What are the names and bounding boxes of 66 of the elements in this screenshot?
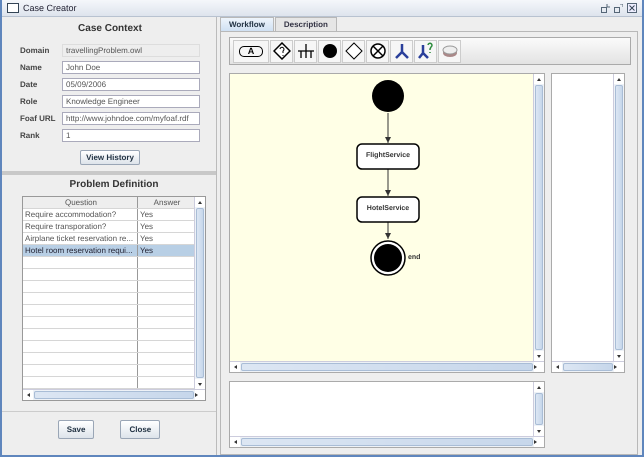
field-label: Rank: [20, 131, 41, 140]
conditional-tool-button[interactable]: [414, 40, 437, 62]
vertical-scrollbar[interactable]: [533, 74, 544, 361]
table-cell-text: Yes: [139, 209, 154, 220]
window-title: Case Creator: [23, 3, 77, 13]
text-field[interactable]: http://www.johndoe.com/myfoaf.rdf: [62, 112, 200, 125]
branch-icon: [392, 42, 410, 60]
connector-arrow: [385, 112, 391, 144]
table-cell-text: Yes: [139, 233, 154, 244]
crossed-circle-icon: [368, 42, 386, 60]
text-field[interactable]: Knowledge Engineer: [62, 95, 200, 108]
table-cell: Require accommodation?: [23, 209, 138, 220]
table-cell: Hotel room reservation requi...: [23, 245, 138, 256]
table-row[interactable]: Require accommodation? Yes: [23, 209, 194, 221]
horizontal-scrollbar[interactable]: [230, 436, 544, 447]
fork-bar-icon: [296, 42, 314, 60]
horizontal-scrollbar[interactable]: [23, 389, 205, 400]
tab[interactable]: Description: [274, 17, 337, 31]
vertical-scrollbar[interactable]: [194, 197, 205, 389]
table-cell: Require transporation?: [23, 221, 138, 232]
save-button[interactable]: Save: [58, 420, 94, 439]
vertical-scrollbar[interactable]: [533, 382, 544, 436]
merge-tool-button[interactable]: [342, 40, 365, 62]
restore-icon[interactable]: [601, 4, 610, 12]
table-cell-text: Yes: [139, 245, 154, 256]
field-label: Domain: [20, 46, 50, 55]
table-cell: Airplane ticket reservation re...: [23, 233, 138, 244]
text-field[interactable]: 05/09/2006: [62, 78, 200, 91]
start-node[interactable]: [372, 80, 404, 112]
connector-arrow: [385, 222, 391, 240]
horizontal-scrollbar[interactable]: [230, 361, 544, 372]
view-history-button[interactable]: View History: [80, 150, 140, 165]
question-diamond-icon: [272, 42, 290, 60]
panel-title: Problem Definition: [68, 178, 160, 192]
vertical-scrollbar[interactable]: [613, 74, 624, 361]
table-cell-text: Yes: [139, 221, 154, 232]
fork-tool-button[interactable]: [294, 40, 317, 62]
column-header[interactable]: Answer: [138, 197, 194, 208]
field-label: Role: [20, 97, 38, 106]
connect-tool-button[interactable]: [390, 40, 413, 62]
decision-tool-button[interactable]: [270, 40, 293, 62]
table-row[interactable]: Require transporation? Yes: [23, 221, 194, 233]
field-label: Date: [20, 80, 38, 89]
activity-node[interactable]: [356, 143, 420, 170]
panel-title: Case Context: [77, 22, 143, 36]
window-icon: [7, 3, 19, 13]
maximize-icon[interactable]: [614, 4, 623, 12]
horizontal-scrollbar[interactable]: [552, 361, 624, 372]
field-label: Foaf URL: [20, 114, 57, 123]
end-tool-button[interactable]: [366, 40, 389, 62]
column-header[interactable]: Question: [23, 197, 138, 208]
activity-tool-button[interactable]: A: [233, 40, 269, 62]
start-tool-button[interactable]: [318, 40, 341, 62]
field-label: Name: [20, 63, 43, 72]
table-row[interactable]: Hotel room reservation requi... Yes: [23, 245, 194, 257]
end-node[interactable]: [370, 240, 406, 276]
close-icon[interactable]: [627, 3, 637, 13]
filled-circle-icon: [320, 42, 338, 60]
text-field[interactable]: 1: [62, 129, 200, 142]
activity-node[interactable]: [356, 196, 420, 223]
text-field[interactable]: John Doe: [62, 61, 200, 74]
close-button[interactable]: Close: [120, 420, 160, 439]
branch-question-icon: [416, 42, 434, 60]
tab[interactable]: Workflow: [220, 17, 274, 31]
connector-arrow: [385, 168, 391, 196]
diamond-icon: [344, 42, 362, 60]
